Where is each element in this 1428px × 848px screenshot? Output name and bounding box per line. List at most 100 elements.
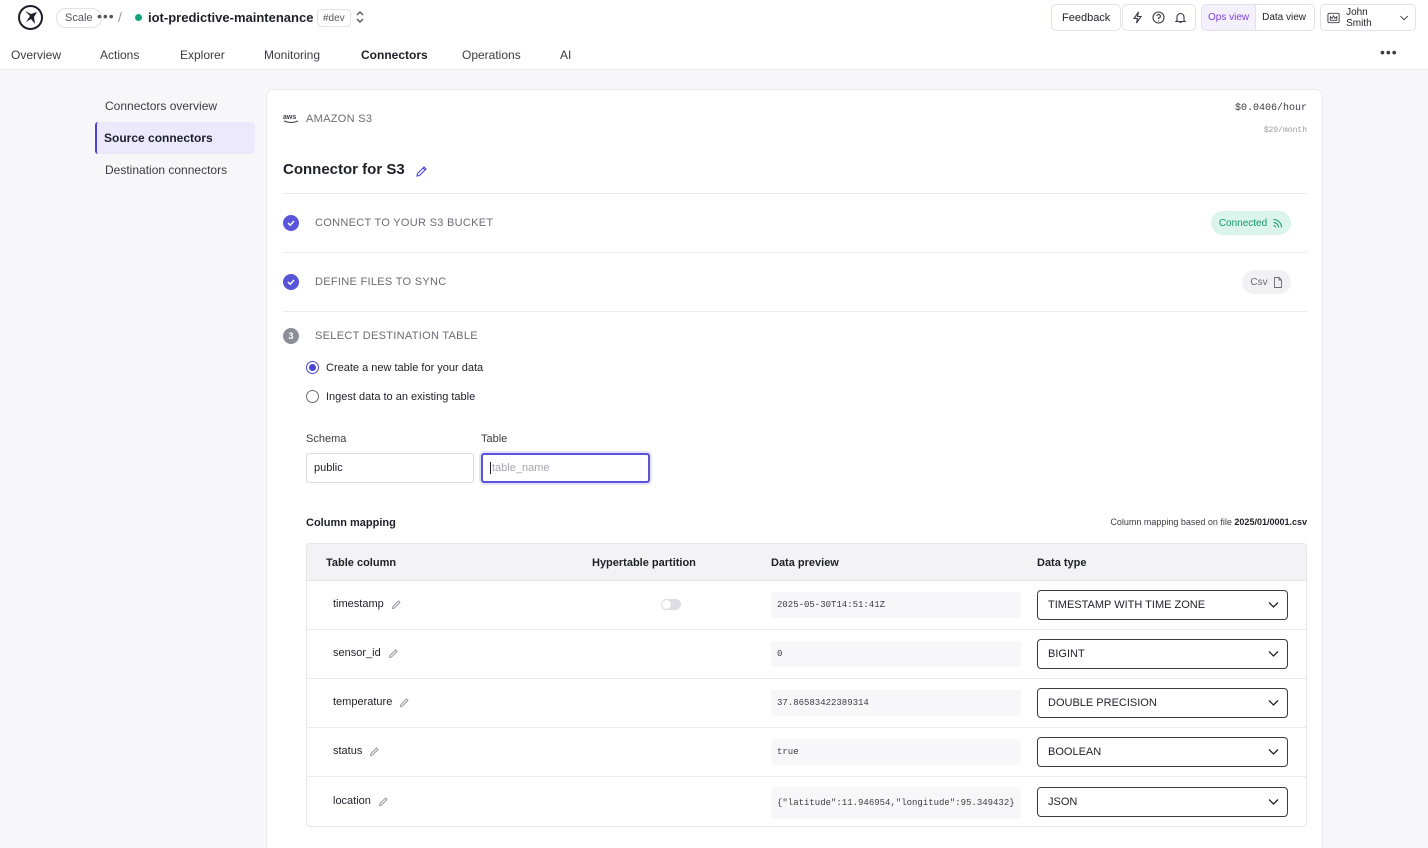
schema-input[interactable]: public bbox=[306, 453, 474, 483]
sidebar-item-source-connectors[interactable]: Source connectors bbox=[95, 122, 255, 154]
chevron-down-icon bbox=[1399, 15, 1408, 21]
more-dots-icon[interactable]: ••• bbox=[97, 8, 115, 24]
table-label: Table bbox=[481, 433, 508, 445]
price-hour: $0.0406/hour bbox=[1234, 103, 1307, 114]
tab-ai[interactable]: AI bbox=[560, 48, 571, 62]
data-preview-cell: {"latitude":11.946954,"longitude":95.349… bbox=[771, 787, 1021, 819]
help-icon[interactable] bbox=[1152, 11, 1166, 24]
data-type-value: BOOLEAN bbox=[1048, 746, 1102, 758]
chevron-down-icon bbox=[1268, 700, 1279, 706]
data-type-value: TIMESTAMP WITH TIME ZONE bbox=[1048, 599, 1206, 611]
feedback-button[interactable]: Feedback bbox=[1051, 4, 1122, 31]
chevron-down-icon bbox=[1268, 602, 1279, 608]
table-row: timestamp 2025-05-30T14:51:41Z TIMESTAMP… bbox=[307, 581, 1306, 630]
table-header: Table column Hypertable partition Data p… bbox=[307, 544, 1306, 581]
step-done-check-icon bbox=[283, 215, 299, 231]
view-toggle: Ops view Data view bbox=[1201, 4, 1315, 31]
tab-overview[interactable]: Overview bbox=[11, 48, 61, 62]
connected-badge-label: Connected bbox=[1218, 217, 1268, 229]
partition-toggle[interactable] bbox=[661, 599, 681, 610]
price-month: $29/month bbox=[1263, 126, 1307, 135]
file-type-label: Csv bbox=[1250, 276, 1268, 288]
header-icon-group bbox=[1122, 4, 1196, 31]
tab-connectors[interactable]: Connectors bbox=[361, 48, 428, 62]
data-type-select[interactable]: JSON bbox=[1037, 787, 1288, 817]
tab-explorer[interactable]: Explorer bbox=[180, 48, 225, 62]
column-name: status bbox=[333, 745, 363, 757]
column-name-cell: sensor_id bbox=[333, 647, 399, 659]
edit-pencil-icon[interactable] bbox=[415, 165, 428, 178]
signal-icon bbox=[1273, 218, 1283, 228]
table-name-placeholder: table_name bbox=[490, 462, 550, 474]
column-name: sensor_id bbox=[333, 647, 381, 659]
column-mapping-note: Column mapping based on file 2025/01/000… bbox=[1110, 517, 1307, 527]
nav-more-icon[interactable]: ••• bbox=[1380, 44, 1398, 60]
sidebar-item-destination-connectors[interactable]: Destination connectors bbox=[95, 154, 255, 186]
divider bbox=[283, 193, 1307, 194]
radio-label: Create a new table for your data bbox=[326, 361, 484, 374]
mapping-note-prefix: Column mapping based on file bbox=[1110, 517, 1232, 527]
tab-operations[interactable]: Operations bbox=[462, 48, 521, 62]
edit-pencil-icon[interactable] bbox=[399, 697, 410, 708]
table-row: temperature 37.86583422389314 DOUBLE PRE… bbox=[307, 679, 1306, 728]
divider bbox=[283, 252, 1307, 253]
column-name: timestamp bbox=[333, 598, 384, 610]
chevron-down-icon bbox=[1268, 749, 1279, 755]
step-label-select-table: SELECT DESTINATION TABLE bbox=[315, 330, 478, 342]
column-mapping-title: Column mapping bbox=[306, 517, 396, 529]
tab-actions[interactable]: Actions bbox=[100, 48, 139, 62]
file-type-badge: Csv bbox=[1242, 270, 1291, 294]
ops-view-button[interactable]: Ops view bbox=[1202, 5, 1256, 30]
data-preview-cell: 2025-05-30T14:51:41Z bbox=[771, 592, 1021, 618]
data-type-select[interactable]: BIGINT bbox=[1037, 639, 1288, 669]
radio-label: Ingest data to an existing table bbox=[326, 390, 476, 403]
tab-monitoring[interactable]: Monitoring bbox=[264, 48, 320, 62]
table-name-input[interactable]: table_name bbox=[481, 453, 650, 483]
column-name-cell: location bbox=[333, 795, 389, 807]
radio-option-new-table[interactable]: Create a new table for your data bbox=[306, 361, 483, 374]
radio-button-checked[interactable] bbox=[306, 361, 319, 374]
plan-badge[interactable]: Scale bbox=[56, 8, 102, 28]
breadcrumb-separator: / bbox=[118, 9, 122, 25]
user-menu-button[interactable]: John Smith bbox=[1320, 4, 1416, 31]
project-name[interactable]: iot-predictive-maintenance bbox=[148, 10, 313, 25]
file-icon bbox=[1273, 276, 1282, 288]
connector-title: Connector for S3 bbox=[283, 161, 405, 178]
table-row: location {"latitude":11.946954,"longitud… bbox=[307, 777, 1306, 826]
data-view-button[interactable]: Data view bbox=[1255, 5, 1312, 30]
table-row: sensor_id 0 BIGINT bbox=[307, 630, 1306, 679]
main-nav: Overview Actions Explorer Monitoring Con… bbox=[0, 36, 1428, 70]
data-type-select[interactable]: BOOLEAN bbox=[1037, 737, 1288, 767]
aws-logo-icon: aws bbox=[283, 112, 299, 124]
edit-pencil-icon[interactable] bbox=[369, 746, 380, 757]
app-logo-icon[interactable] bbox=[18, 5, 43, 30]
schema-label: Schema bbox=[306, 433, 347, 445]
provider-label: AMAZON S3 bbox=[306, 113, 373, 125]
edit-pencil-icon[interactable] bbox=[391, 599, 402, 610]
data-preview-cell: 37.86583422389314 bbox=[771, 690, 1021, 716]
column-name: location bbox=[333, 795, 371, 807]
top-bar: Scale ••• / iot-predictive-maintenance #… bbox=[0, 0, 1428, 36]
divider bbox=[283, 311, 1307, 312]
edit-pencil-icon[interactable] bbox=[388, 648, 399, 659]
radio-button[interactable] bbox=[306, 390, 319, 403]
column-mapping-table: Table column Hypertable partition Data p… bbox=[306, 543, 1307, 827]
header-data-type: Data type bbox=[1037, 557, 1087, 569]
step-label-define-files[interactable]: DEFINE FILES TO SYNC bbox=[315, 276, 447, 288]
radio-option-existing-table[interactable]: Ingest data to an existing table bbox=[306, 390, 475, 403]
data-type-select[interactable]: DOUBLE PRECISION bbox=[1037, 688, 1288, 718]
column-name-cell: status bbox=[333, 745, 380, 757]
sidebar-item-connectors-overview[interactable]: Connectors overview bbox=[95, 90, 255, 122]
edit-pencil-icon[interactable] bbox=[378, 796, 389, 807]
column-name-cell: timestamp bbox=[333, 598, 402, 610]
bell-icon[interactable] bbox=[1174, 11, 1187, 24]
svg-text:aws: aws bbox=[283, 114, 296, 121]
schema-value: public bbox=[314, 462, 343, 474]
project-status-dot bbox=[135, 14, 142, 21]
step-label-connect-bucket[interactable]: CONNECT TO YOUR S3 BUCKET bbox=[315, 217, 493, 229]
chevron-up-down-icon[interactable] bbox=[354, 9, 366, 25]
lightning-icon[interactable] bbox=[1131, 11, 1144, 24]
crown-icon bbox=[1327, 12, 1340, 23]
data-type-select[interactable]: TIMESTAMP WITH TIME ZONE bbox=[1037, 590, 1288, 620]
header-table-column: Table column bbox=[326, 557, 397, 569]
